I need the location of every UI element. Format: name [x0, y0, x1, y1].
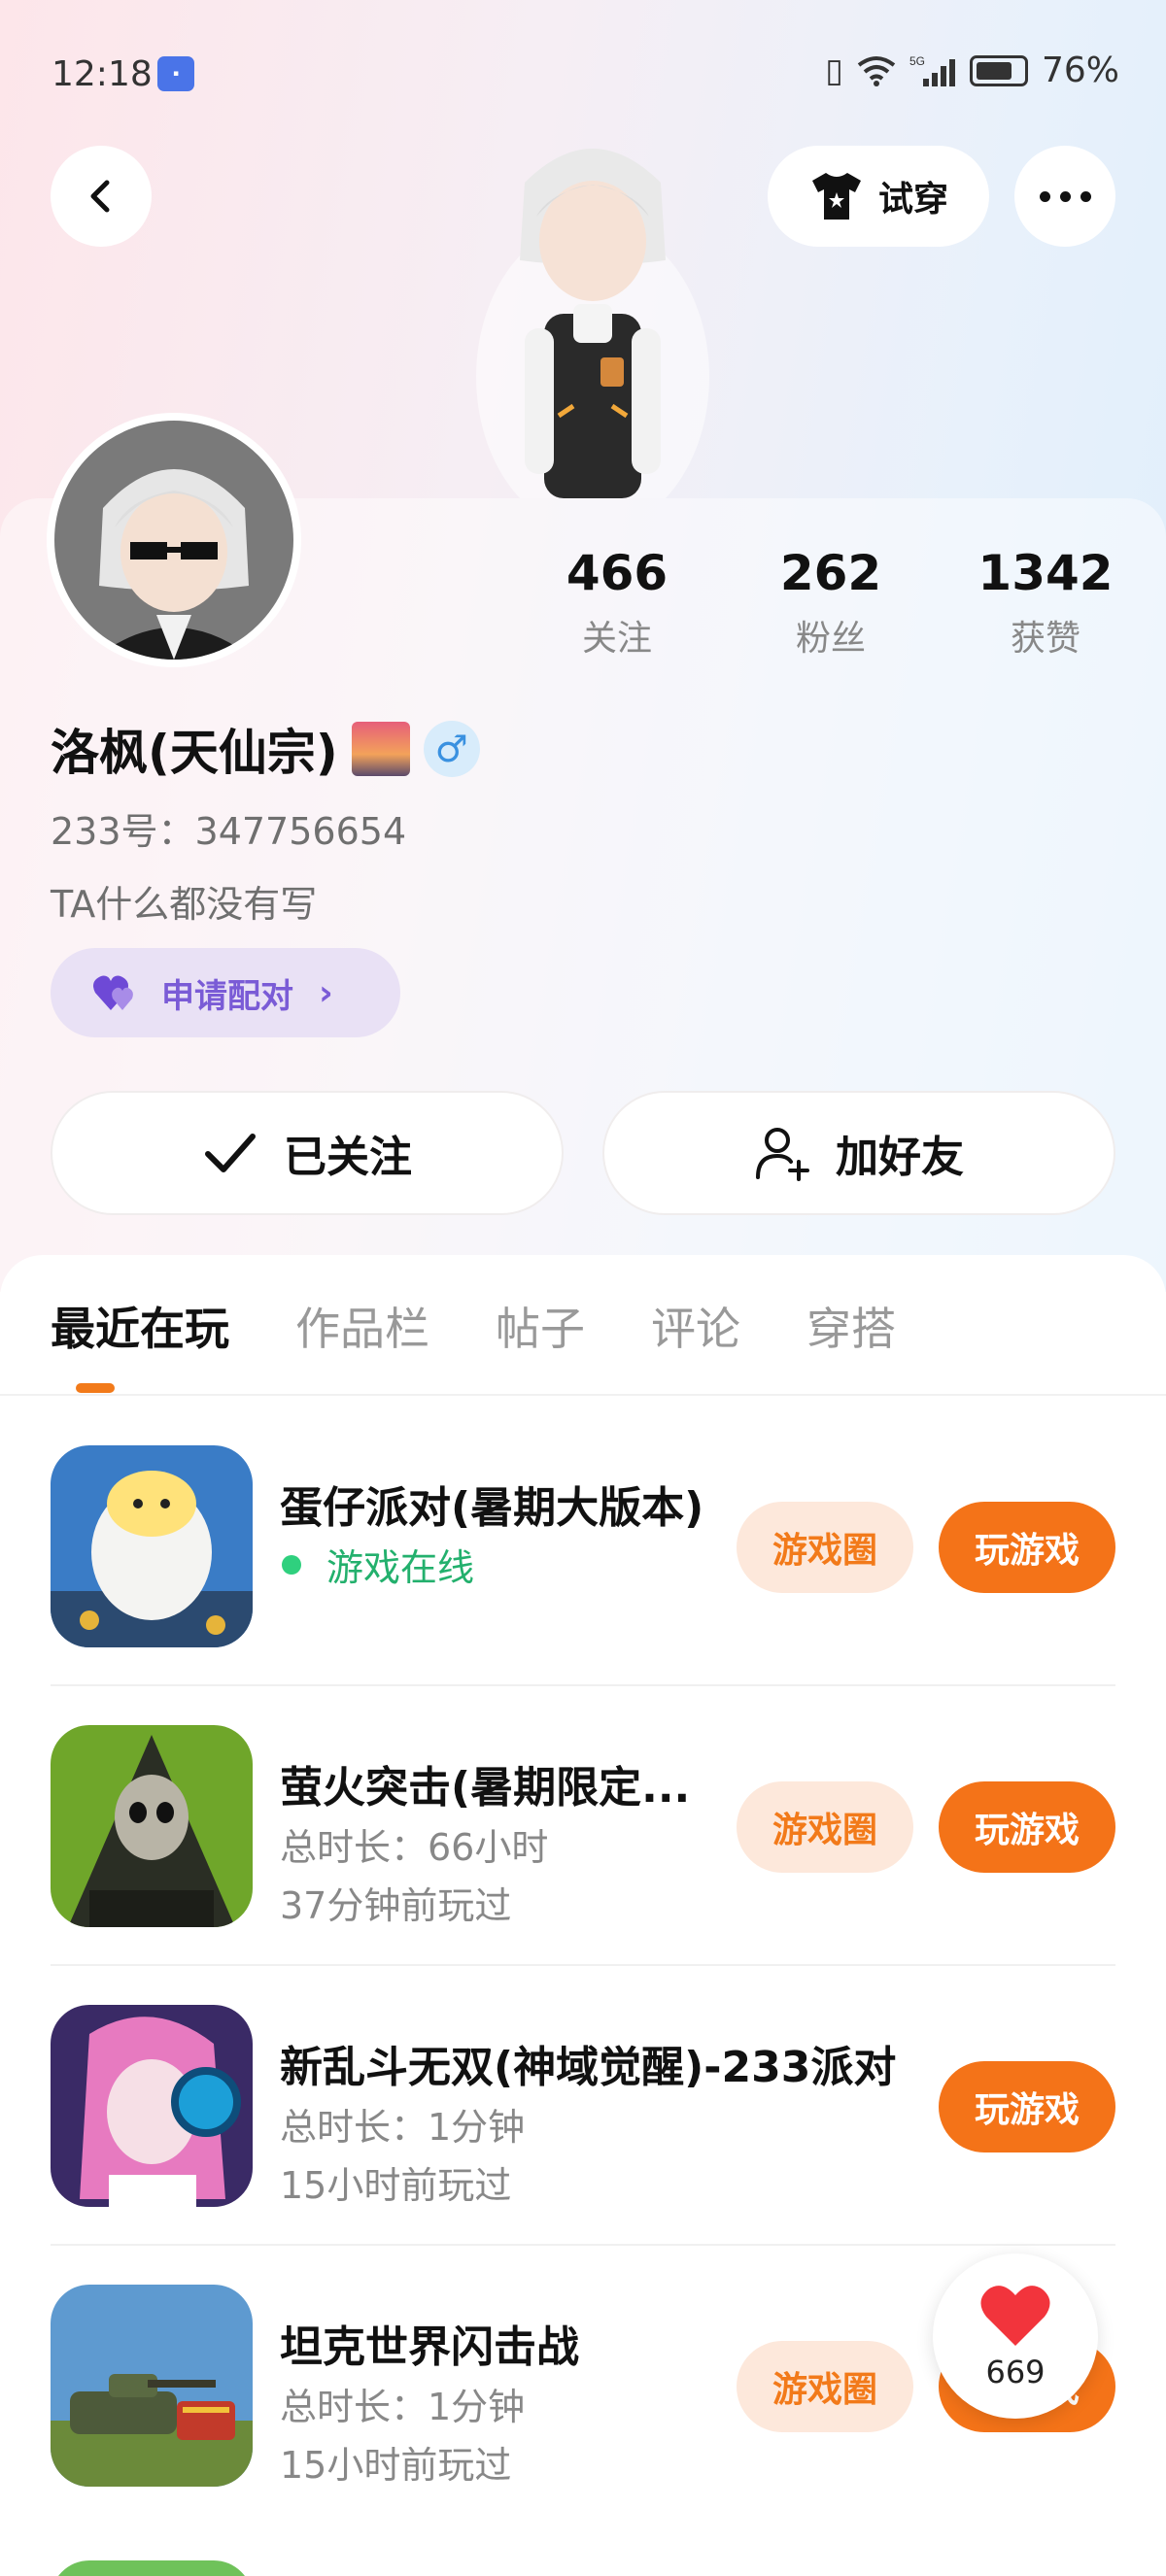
- try-on-label: 试穿: [877, 180, 948, 220]
- play-game-button[interactable]: 玩游戏: [939, 1502, 1115, 1593]
- more-options-button[interactable]: [1014, 146, 1115, 247]
- game-name: 新乱斗无双(神域觉醒)-233派对: [280, 2043, 897, 2092]
- stat-likes-label: 获赞: [1010, 619, 1080, 659]
- bio: TA什么都没有写: [51, 883, 318, 926]
- svg-text:5G: 5G: [909, 54, 925, 68]
- vibrate-icon: ▯: [825, 51, 843, 90]
- game-name: 坦克世界闪击战: [280, 2322, 579, 2372]
- active-tab-indicator: [76, 1383, 115, 1393]
- game-row[interactable]: 萤火突击(暑期限定... 总时长：66小时 37分钟前玩过 游戏圈 玩游戏: [0, 1725, 1166, 2005]
- more-dot-icon: [1059, 190, 1071, 202]
- game-name: 萤火突击(暑期限定...: [280, 1763, 691, 1813]
- online-status: 游戏在线: [282, 1538, 474, 1591]
- add-friend-label: 加好友: [836, 1133, 964, 1182]
- game-last-played: 15小时前玩过: [280, 2444, 512, 2487]
- row-divider: [51, 2244, 1115, 2246]
- profile-page: 12:18 ▪ ▯ 5G 76% 试穿 466 关注 262 粉丝 1342 获…: [0, 0, 1166, 2576]
- back-button[interactable]: [51, 146, 152, 247]
- request-pair-button[interactable]: 申请配对 ›: [51, 948, 400, 1037]
- online-dot-icon: [282, 1554, 301, 1575]
- tab-comments[interactable]: 评论: [651, 1294, 740, 1358]
- try-on-button[interactable]: 试穿: [768, 146, 989, 247]
- chevron-left-icon: [90, 180, 110, 213]
- more-dot-icon: [1039, 190, 1050, 202]
- game-name: 蛋仔派对(暑期大版本): [280, 1483, 704, 1533]
- male-gender-icon: ♂: [423, 721, 480, 777]
- username: 洛枫(天仙宗): [51, 725, 338, 781]
- battery-icon: [969, 54, 1028, 86]
- game-icon-world-of-tanks[interactable]: [51, 2285, 253, 2487]
- notification-app-icon: ▪: [157, 56, 194, 91]
- row-divider: [51, 1964, 1115, 1966]
- stat-likes[interactable]: 1342 获赞: [948, 542, 1143, 661]
- game-total-time: 总时长：1分钟: [280, 2386, 526, 2428]
- tshirt-icon: [811, 173, 861, 220]
- status-time: 12:18: [51, 54, 153, 94]
- game-icon-firefly-assault[interactable]: [51, 1725, 253, 1927]
- game-circle-button[interactable]: 游戏圈: [737, 2341, 913, 2432]
- play-game-button[interactable]: 玩游戏: [939, 1781, 1115, 1873]
- cityscape-emoji-icon: [351, 722, 410, 776]
- game-circle-button[interactable]: 游戏圈: [737, 1781, 913, 1873]
- online-status-label: 游戏在线: [326, 1546, 475, 1589]
- stat-fans[interactable]: 262 粉丝: [734, 542, 928, 661]
- like-count: 669: [985, 2354, 1046, 2390]
- followed-label: 已关注: [284, 1133, 412, 1182]
- game-circle-button[interactable]: 游戏圈: [737, 1502, 913, 1593]
- game-total-time: 总时长：66小时: [280, 1826, 549, 1869]
- game-row[interactable]: 蛋仔派对(暑期大版本) 游戏在线 游戏圈 玩游戏: [0, 1445, 1166, 1725]
- tab-outfits[interactable]: 穿搭: [806, 1294, 896, 1358]
- stat-likes-value: 1342: [977, 545, 1114, 601]
- request-pair-label: 申请配对: [161, 976, 293, 1016]
- game-last-played: 15小时前玩过: [280, 2164, 512, 2207]
- stat-fans-label: 粉丝: [795, 619, 866, 659]
- world-of-tanks-icon: [51, 2285, 253, 2487]
- character-avatar-image: [476, 149, 709, 498]
- double-heart-icon: [93, 975, 133, 1010]
- heart-icon: [980, 2286, 1050, 2346]
- add-friend-icon: [756, 1128, 809, 1181]
- stat-fans-value: 262: [779, 545, 882, 601]
- status-icons: ▯ 5G 76%: [825, 51, 1119, 90]
- wifi-icon: [857, 55, 896, 86]
- play-game-button[interactable]: 玩游戏: [939, 2061, 1115, 2152]
- tab-posts[interactable]: 帖子: [496, 1294, 585, 1358]
- game-icon-eggy-party[interactable]: [51, 1445, 253, 1647]
- signal-5g-icon: 5G: [909, 54, 955, 86]
- stat-following-value: 466: [566, 545, 669, 601]
- avatar[interactable]: [47, 413, 301, 667]
- like-floating-button[interactable]: 669: [933, 2254, 1098, 2419]
- next-game-icon-peek: [51, 2560, 253, 2576]
- battery-percent: 76%: [1041, 51, 1119, 90]
- game-total-time: 总时长：1分钟: [280, 2106, 526, 2149]
- game-icon-new-brawl[interactable]: [51, 2005, 253, 2207]
- avatar-image: [54, 421, 293, 660]
- tab-works[interactable]: 作品栏: [295, 1294, 429, 1358]
- game-row[interactable]: 新乱斗无双(神域觉醒)-233派对 总时长：1分钟 15小时前玩过 玩游戏: [0, 2005, 1166, 2285]
- more-dot-icon: [1080, 190, 1091, 202]
- tab-recently-played[interactable]: 最近在玩: [51, 1294, 229, 1358]
- row-divider: [51, 1684, 1115, 1686]
- firefly-assault-icon: [51, 1725, 253, 1927]
- tab-bar: 最近在玩 作品栏 帖子 评论 穿搭: [51, 1294, 962, 1358]
- add-friend-button[interactable]: 加好友: [602, 1091, 1115, 1215]
- eggy-party-icon: [51, 1445, 253, 1647]
- chevron-right-icon: ›: [319, 972, 333, 1013]
- checkmark-icon: [205, 1134, 256, 1172]
- stat-following[interactable]: 466 关注: [520, 542, 714, 661]
- username-row: 洛枫(天仙宗) ♂: [51, 714, 480, 784]
- stat-following-label: 关注: [581, 619, 652, 659]
- game-last-played: 37分钟前玩过: [280, 1884, 512, 1927]
- new-brawl-icon: [51, 2005, 253, 2207]
- tabs-divider: [0, 1394, 1166, 1396]
- user-id: 233号：347756654: [51, 810, 407, 853]
- followed-button[interactable]: 已关注: [51, 1091, 564, 1215]
